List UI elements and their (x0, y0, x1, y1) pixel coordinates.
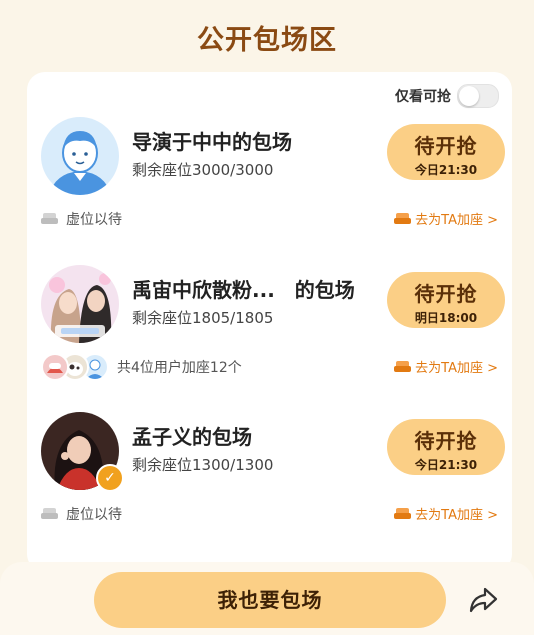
page-title: 公开包场区 (197, 25, 337, 56)
room-open-time: 今日21:30 (414, 163, 478, 177)
room-open-time: 明日18:00 (414, 311, 478, 325)
room-footer-info: 虚位以待 (41, 209, 122, 229)
add-seat-link[interactable]: 去为TA加座 > (394, 209, 498, 228)
room-item[interactable]: 禹宙中欣散粉... 的包场 剩余座位1805/1805 待开抢 明日18:00 … (27, 265, 512, 425)
seat-icon (41, 213, 58, 224)
room-avatar (41, 265, 119, 343)
room-status: 待开抢 (414, 134, 478, 158)
room-footer-info: 虚位以待 (41, 504, 122, 524)
add-seat-link[interactable]: 去为TA加座 > (394, 504, 498, 523)
room-seats: 剩余座位1300/1300 (132, 456, 274, 474)
room-status: 待开抢 (414, 282, 478, 306)
add-seat-label: 去为TA加座 > (415, 508, 498, 523)
filter-toggle[interactable] (457, 84, 499, 108)
room-item[interactable]: 导演于中中的包场 剩余座位3000/3000 待开抢 今日21:30 虚位以待 … (27, 117, 512, 277)
room-status: 待开抢 (414, 429, 478, 453)
seat-icon (41, 508, 58, 519)
create-room-button[interactable]: 我也要包场 (94, 572, 446, 628)
room-seats: 剩余座位3000/3000 (132, 161, 274, 179)
room-open-time: 今日21:30 (414, 458, 478, 472)
toggle-knob (459, 86, 479, 106)
seat-icon (394, 507, 412, 519)
room-footer-text: 虚位以待 (66, 507, 122, 523)
room-footer-text: 共4位用户加座12个 (117, 360, 242, 376)
room-list-card: 仅看可抢 导演于中中的包场 剩余座位3000/3000 待开抢 今日21:30 (27, 72, 512, 572)
room-status-button[interactable]: 待开抢 今日21:30 (387, 419, 505, 475)
verified-badge-icon: ✓ (96, 464, 124, 492)
room-item[interactable]: ✓ 孟子义的包场 剩余座位1300/1300 待开抢 今日21:30 虚位以待 … (27, 412, 512, 572)
room-seats: 剩余座位1805/1805 (132, 309, 274, 327)
room-footer-info: 共4位用户加座12个 (41, 353, 242, 381)
seat-icon (394, 360, 412, 372)
room-avatar (41, 117, 119, 195)
add-seat-label: 去为TA加座 > (415, 361, 498, 376)
room-name: 导演于中中的包场 (132, 130, 292, 154)
room-footer-text: 虚位以待 (66, 212, 122, 228)
filter-label: 仅看可抢 (395, 89, 451, 105)
room-status-button[interactable]: 待开抢 明日18:00 (387, 272, 505, 328)
share-icon[interactable] (468, 586, 498, 614)
add-seat-link[interactable]: 去为TA加座 > (394, 357, 498, 376)
room-status-button[interactable]: 待开抢 今日21:30 (387, 124, 505, 180)
add-seat-label: 去为TA加座 > (415, 213, 498, 228)
available-only-filter[interactable]: 仅看可抢 (395, 84, 499, 108)
room-name: 禹宙中欣散粉... 的包场 (132, 278, 355, 302)
room-name: 孟子义的包场 (132, 425, 252, 449)
seat-icon (394, 212, 412, 224)
participant-avatar (41, 353, 69, 381)
